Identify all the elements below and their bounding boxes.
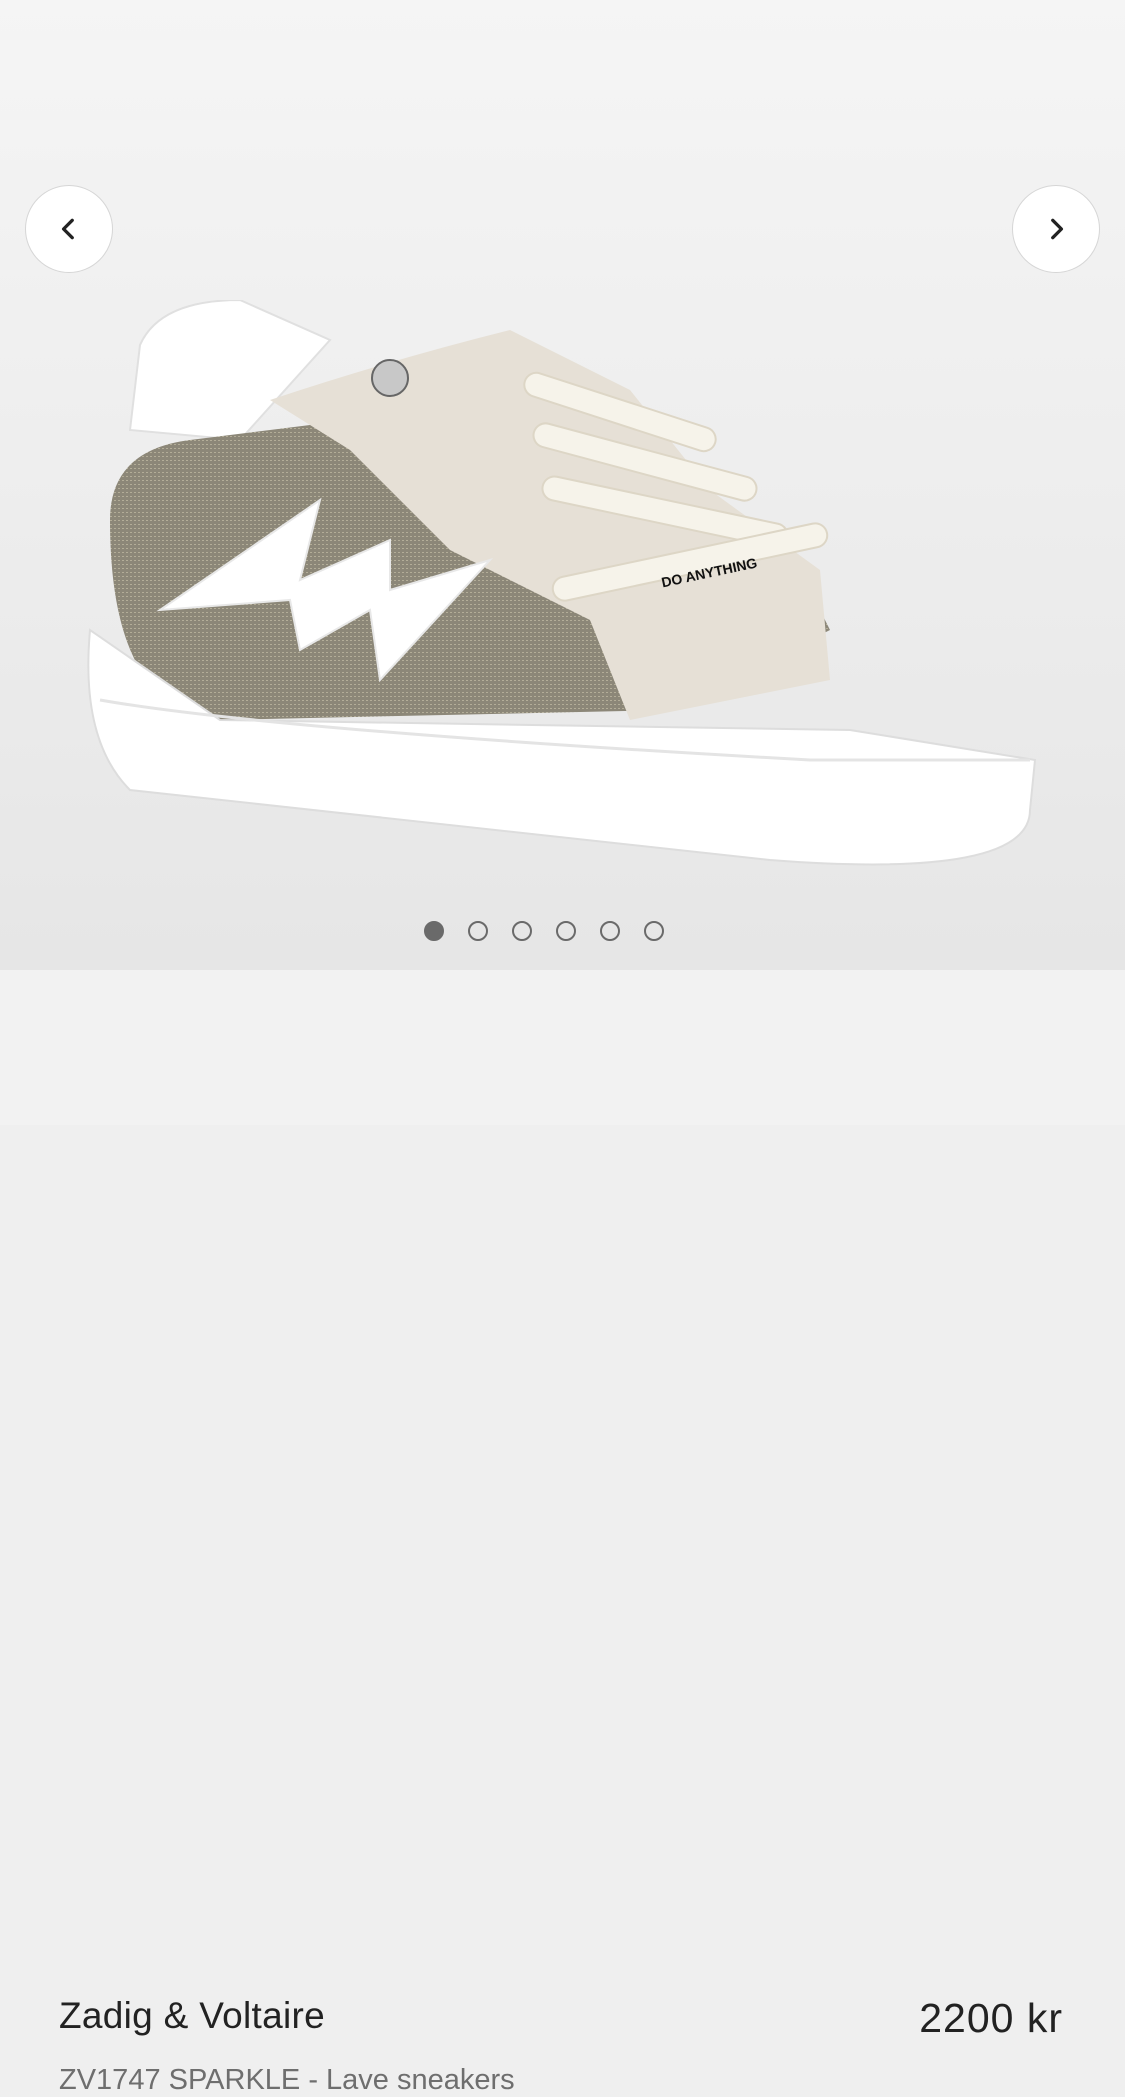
chevron-right-icon — [1051, 218, 1064, 240]
pagination-dot-2[interactable] — [468, 921, 488, 941]
pagination-dot-3[interactable] — [512, 921, 532, 941]
product-price: 2200 kr — [919, 1995, 1063, 2041]
next-image-button[interactable] — [1012, 185, 1100, 273]
previous-image-button[interactable] — [25, 185, 113, 273]
pagination-dot-1[interactable] — [424, 921, 444, 941]
pagination-dot-5[interactable] — [600, 921, 620, 941]
chevron-left-icon — [61, 218, 74, 240]
pagination-dot-4[interactable] — [556, 921, 576, 941]
pagination-dot-6[interactable] — [644, 921, 664, 941]
product-image[interactable]: DO ANYTHING — [70, 300, 1050, 900]
image-gallery[interactable]: DO ANYTHING — [0, 0, 1125, 970]
pagination-dots — [424, 921, 664, 941]
product-subtitle: ZV1747 SPARKLE - Lave sneakers — [59, 2064, 515, 2096]
brand-name[interactable]: Zadig & Voltaire — [59, 1995, 325, 2037]
product-info: Zadig & Voltaire 2200 kr ZV1747 SPARKLE … — [0, 970, 1125, 2096]
